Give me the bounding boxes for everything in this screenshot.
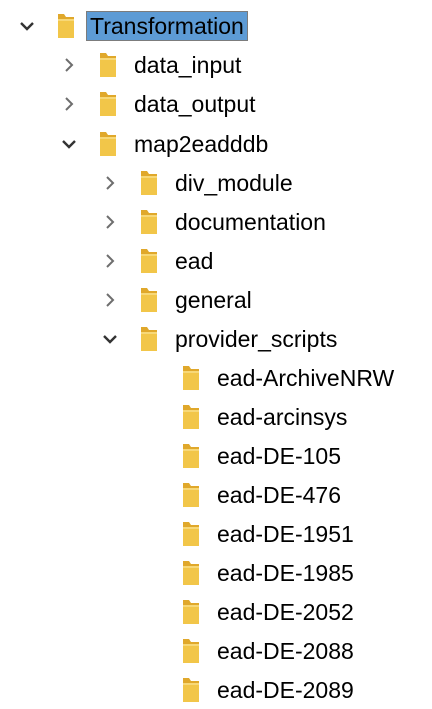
chevron-right-icon[interactable]: [100, 173, 120, 193]
tree-item-ead-arcinsys[interactable]: ead-arcinsys: [180, 397, 350, 436]
tree-item-general[interactable]: general: [100, 280, 255, 319]
tree-item-provider-scripts[interactable]: provider_scripts: [100, 319, 340, 358]
tree-item-label: data_output: [134, 90, 256, 117]
tree-item-label: ead-DE-2052: [217, 598, 354, 625]
chevron-right-icon[interactable]: [100, 251, 120, 271]
folder-icon: [138, 169, 160, 197]
tree-item-data-input[interactable]: data_input: [59, 45, 244, 84]
chevron-right-icon[interactable]: [100, 212, 120, 232]
tree-item-ead-de-1951[interactable]: ead-DE-1951: [180, 514, 357, 553]
tree-item-label: ead-DE-105: [217, 442, 342, 469]
folder-icon: [138, 286, 160, 314]
folder-icon: [180, 598, 202, 626]
folder-icon: [138, 247, 160, 275]
tree-item-label: provider_scripts: [175, 325, 338, 352]
folder-icon: [180, 403, 202, 431]
tree-item-div-module[interactable]: div_module: [100, 163, 296, 202]
chevron-right-icon[interactable]: [59, 94, 79, 114]
tree-item-label: documentation: [175, 208, 326, 235]
folder-icon: [180, 442, 202, 470]
folder-icon: [180, 364, 202, 392]
tree-item-ead-archivenrw[interactable]: ead-ArchiveNRW: [180, 358, 397, 397]
folder-icon: [97, 90, 119, 118]
tree-item-label: ead-DE-1951: [217, 520, 354, 547]
tree-item-label: data_input: [134, 51, 242, 78]
tree-item-label: ead-DE-2088: [217, 637, 354, 664]
folder-icon: [138, 325, 160, 353]
folder-icon: [97, 130, 119, 158]
folder-icon: [138, 208, 160, 236]
tree-item-documentation[interactable]: documentation: [100, 202, 329, 241]
chevron-down-icon[interactable]: [100, 329, 120, 349]
folder-icon: [180, 481, 202, 509]
folder-icon: [97, 51, 119, 79]
tree-item-ead-de-1985[interactable]: ead-DE-1985: [180, 553, 357, 592]
tree-item-label: div_module: [175, 169, 293, 196]
chevron-right-icon[interactable]: [100, 290, 120, 310]
tree-item-label: general: [175, 286, 252, 313]
tree-item-ead-de-476[interactable]: ead-DE-476: [180, 475, 344, 514]
tree-item-label: map2eadddb: [134, 130, 269, 157]
tree-item-label: Transformation: [86, 10, 248, 41]
folder-tree: Transformation data_input data_output ma…: [0, 0, 432, 703]
tree-item-ead-de-105[interactable]: ead-DE-105: [180, 436, 344, 475]
folder-icon: [180, 559, 202, 587]
folder-icon: [55, 12, 77, 40]
tree-item-label: ead-ArchiveNRW: [217, 364, 395, 391]
tree-item-ead-de-2052[interactable]: ead-DE-2052: [180, 592, 357, 631]
tree-item-label: ead-arcinsys: [217, 403, 348, 430]
folder-icon: [180, 676, 202, 704]
tree-item-ead-de-2088[interactable]: ead-DE-2088: [180, 631, 357, 670]
folder-icon: [180, 637, 202, 665]
chevron-down-icon[interactable]: [59, 134, 79, 154]
tree-item-map2eadddb[interactable]: map2eadddb: [59, 124, 271, 163]
folder-icon: [180, 520, 202, 548]
tree-item-label: ead-DE-476: [217, 481, 342, 508]
tree-item-transformation[interactable]: Transformation: [17, 6, 248, 45]
tree-item-label: ead-DE-2089: [217, 676, 354, 703]
tree-item-data-output[interactable]: data_output: [59, 84, 259, 123]
tree-item-label: ead: [175, 247, 214, 274]
tree-item-ead-de-2089[interactable]: ead-DE-2089: [180, 670, 357, 709]
chevron-down-icon[interactable]: [17, 16, 37, 36]
chevron-right-icon[interactable]: [59, 55, 79, 75]
tree-item-label: ead-DE-1985: [217, 559, 354, 586]
tree-item-ead[interactable]: ead: [100, 241, 216, 280]
